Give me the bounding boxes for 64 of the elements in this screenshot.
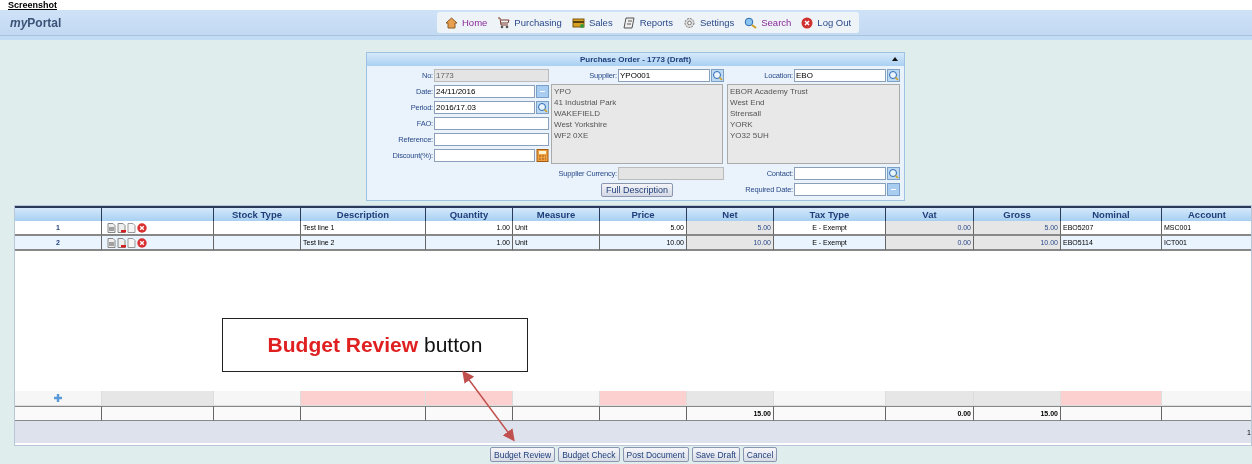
search-icon (744, 16, 758, 29)
full-description-button[interactable]: Full Description (601, 183, 673, 197)
delete-icon[interactable] (137, 222, 147, 233)
column-header: Measure (513, 206, 600, 221)
nav-link[interactable]: Home (445, 16, 488, 29)
gear-icon (682, 16, 696, 29)
cart-icon (497, 16, 511, 29)
document-icon[interactable] (117, 237, 126, 248)
close-icon (801, 16, 814, 29)
address-field: YPO 41 Industrial Park WAKEFIELD West Yorkshire WF2 0XE (551, 84, 723, 164)
document-icon[interactable] (117, 222, 126, 233)
input-field[interactable]: 24/11/2016 (434, 84, 535, 98)
action-button[interactable]: Cancel (742, 447, 778, 462)
delete-icon[interactable] (137, 237, 147, 248)
nav-link[interactable]: Settings (682, 16, 735, 29)
input-field[interactable] (794, 182, 886, 196)
address-field: EBOR Academy Trust West End Strensall YORK YO32 5UH (727, 84, 900, 164)
document-heading: Screenshot (8, 0, 58, 10)
action-button[interactable]: Budget Check (558, 447, 620, 462)
nav-link[interactable]: Reports (622, 16, 673, 29)
action-button[interactable]: Save Draft (691, 447, 740, 462)
input-field[interactable]: 2016/17.03 (434, 100, 535, 114)
action-button[interactable]: Budget Review (490, 447, 556, 462)
double-arrow (462, 370, 515, 442)
nav-link[interactable]: Search (744, 16, 792, 29)
card-icon (571, 16, 585, 29)
nav-link[interactable]: Purchasing (497, 16, 562, 29)
panel-title: Purchase Order - 1773 (Draft) (579, 55, 692, 64)
column-header: Price (600, 206, 687, 221)
column-header: Net (687, 206, 774, 221)
column-header: Stock Type (214, 206, 301, 221)
input-field[interactable]: YPO001 (618, 68, 710, 82)
calculator-button[interactable] (536, 148, 549, 162)
add-row-icon[interactable] (54, 394, 62, 402)
document-icon[interactable] (127, 237, 136, 248)
search-button[interactable] (711, 68, 724, 82)
house-icon (445, 16, 458, 29)
search-button[interactable] (887, 68, 900, 82)
column-header: Description (301, 206, 426, 221)
column-header: Nominal (1061, 206, 1162, 221)
input-field[interactable] (434, 116, 549, 130)
input-field[interactable]: EBO (794, 68, 886, 82)
nav-link[interactable]: Log Out (801, 16, 852, 29)
collapse-icon[interactable] (892, 57, 898, 61)
column-header: Gross (974, 206, 1061, 221)
app-logo: myPortal (10, 15, 62, 30)
document-icon[interactable] (107, 237, 116, 248)
column-header: Account (1162, 206, 1251, 221)
column-header: Vat (886, 206, 974, 221)
nav-link[interactable]: Sales (571, 16, 613, 29)
column-header: Tax Type (774, 206, 886, 221)
action-button[interactable]: Post Document (622, 447, 689, 462)
calendar-button[interactable] (887, 182, 900, 196)
callout-label: Budget Review button (222, 318, 528, 372)
search-button[interactable] (887, 166, 900, 180)
document-icon[interactable] (127, 222, 136, 233)
column-header: Quantity (426, 206, 513, 221)
calendar-button[interactable] (536, 84, 549, 98)
search-button[interactable] (536, 100, 549, 114)
input-field[interactable] (794, 166, 886, 180)
document-icon[interactable] (107, 222, 116, 233)
input-field[interactable] (434, 132, 549, 146)
input-field[interactable] (434, 148, 535, 162)
scroll-icon (622, 16, 636, 29)
